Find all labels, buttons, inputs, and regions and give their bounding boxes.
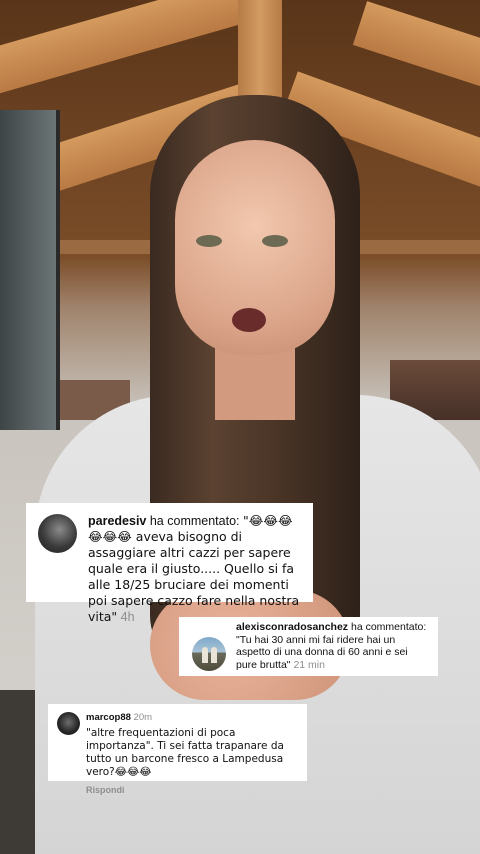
ceiling-beam — [352, 1, 480, 95]
ceiling-beam — [0, 0, 266, 98]
comment-sticker[interactable]: alexisconradosanchez ha commentato: "Tu … — [179, 617, 438, 676]
person-eye — [196, 235, 222, 247]
comment-action: ha commentato: — [350, 621, 427, 633]
comment-time: 4h — [120, 610, 135, 624]
avatar — [38, 514, 77, 553]
comment-username: marcop88 — [86, 712, 131, 723]
comment-action: ha commentato: — [149, 514, 240, 528]
comment-time: 21 min — [293, 658, 325, 671]
avatar — [192, 637, 226, 671]
comment-sticker[interactable]: marcop88 20m "altre frequentazioni di po… — [48, 704, 307, 795]
window — [0, 110, 60, 430]
avatar — [57, 712, 80, 735]
comment-text: "altre frequentazioni di poca importanza… — [86, 727, 284, 778]
comment-username: paredesiv — [88, 514, 147, 528]
comment-time: 20m — [133, 712, 153, 723]
comment-text: "😂😂😂 😂😂😂 aveva bisogno di assaggiare alt… — [88, 513, 300, 624]
comment-sticker[interactable]: paredesiv ha commentato: "😂😂😂 😂😂😂 aveva … — [26, 503, 313, 624]
avatar-figure — [202, 647, 208, 663]
person-mouth — [232, 308, 266, 332]
reply-button[interactable]: Rispondi — [86, 785, 297, 795]
avatar-figure — [211, 647, 217, 663]
person-eye — [262, 235, 288, 247]
comment-username: alexisconradosanchez — [236, 621, 349, 633]
